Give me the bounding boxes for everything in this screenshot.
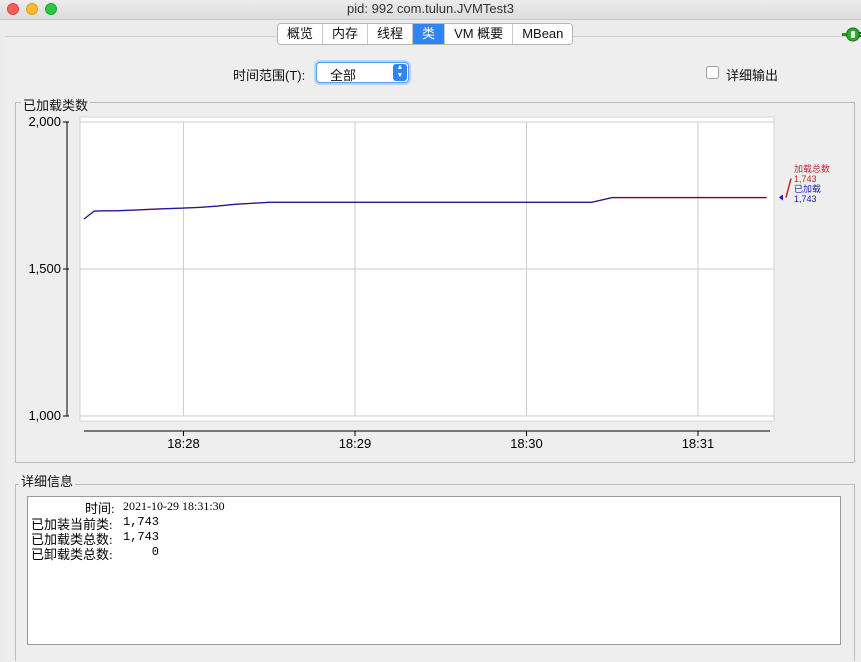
detail-total-unloaded-value: 0 (123, 545, 160, 559)
y-tick-label: 2,000 (28, 114, 61, 129)
legend-connector (785, 178, 792, 198)
legend-loaded-value: 1,743 (794, 194, 817, 204)
y-tick-label: 1,000 (28, 408, 61, 423)
x-tick-label: 18:30 (510, 436, 543, 451)
current-value-marker (779, 194, 783, 201)
x-tick-label: 18:29 (339, 436, 372, 451)
y-tick-label: 1,500 (28, 261, 61, 276)
x-tick-label: 18:28 (167, 436, 200, 451)
detail-total-loaded-value: 1,743 (123, 530, 160, 544)
detail-current-loaded-value: 1,743 (123, 515, 160, 529)
legend-total-loaded-name: 加载总数 (794, 163, 830, 174)
legend-loaded-name: 已加载 (794, 183, 821, 194)
details-panel-title: 详细信息 (19, 471, 76, 490)
detail-time-value: 2021-10-29 18:31:30 (123, 499, 225, 513)
legend-total-loaded-value: 1,743 (794, 174, 817, 184)
x-tick-label: 18:31 (682, 436, 715, 451)
detail-total-unloaded-label: 已卸载类总数: (31, 547, 113, 562)
